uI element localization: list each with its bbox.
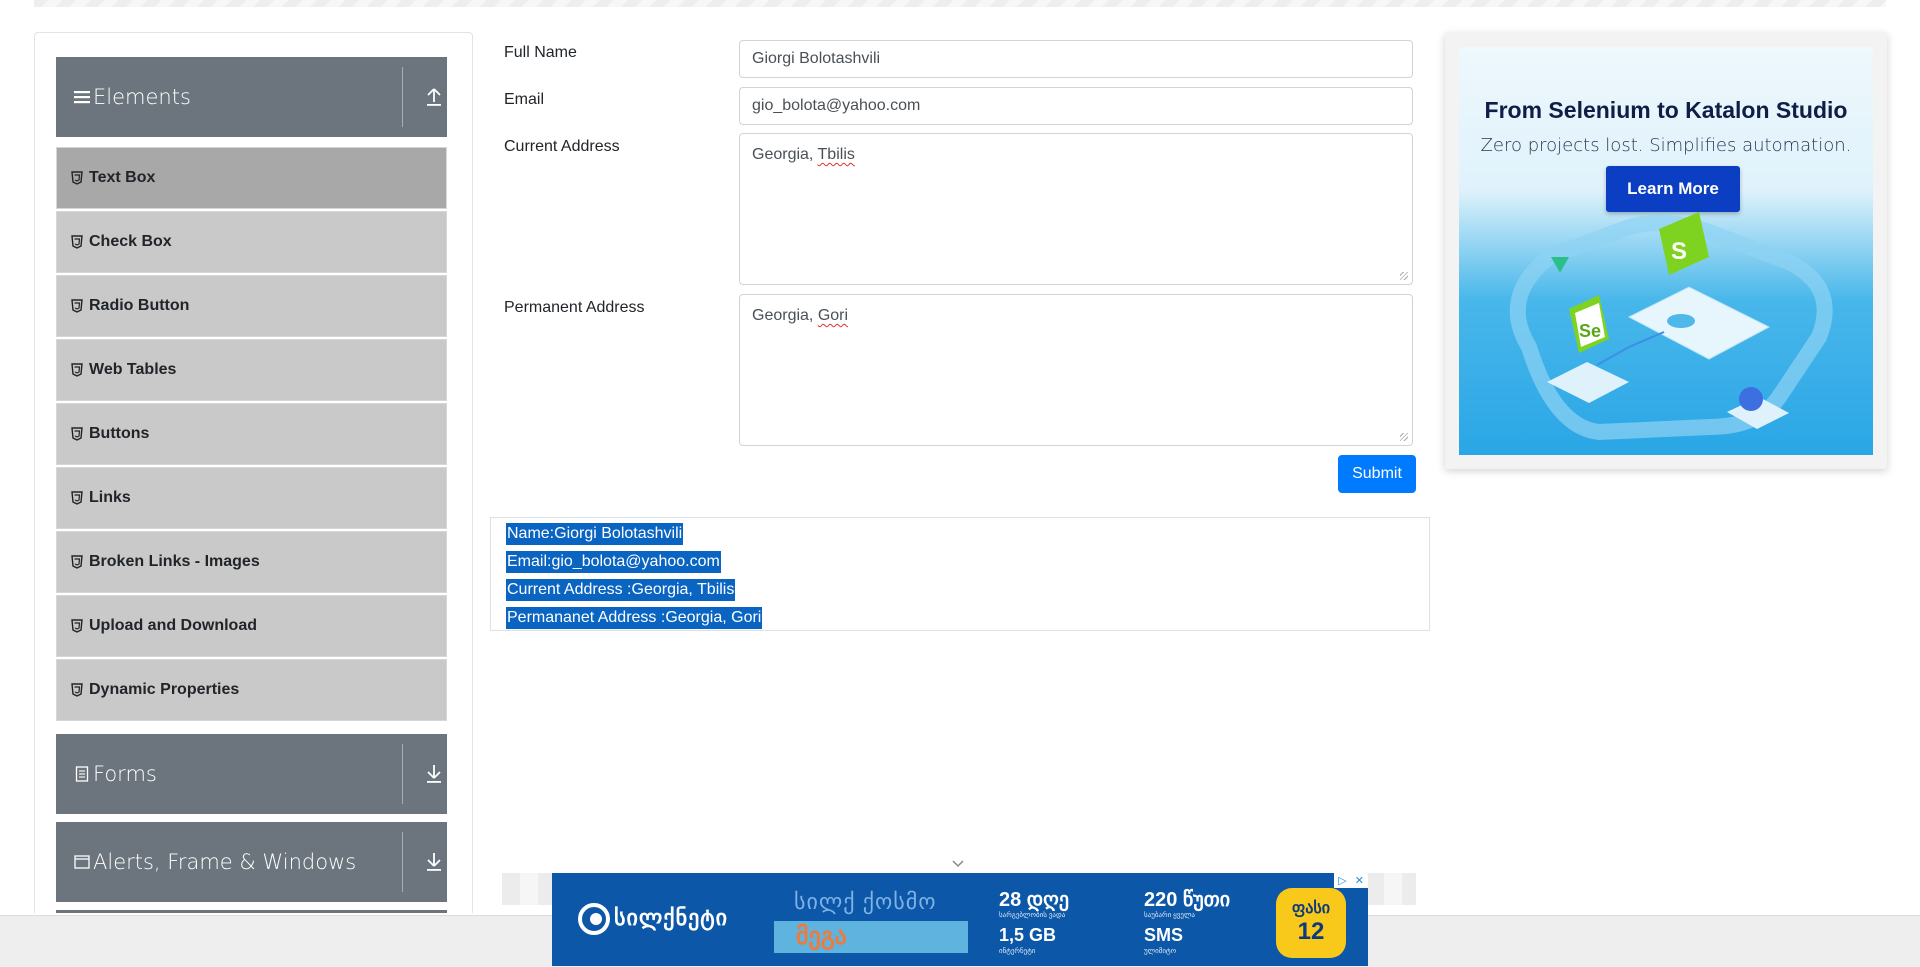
- expand-down-icon[interactable]: [424, 851, 444, 873]
- current-address-value: Georgia,: [752, 146, 818, 163]
- group-title: Forms: [93, 762, 157, 786]
- silknet-logo-icon: [578, 903, 610, 935]
- html5-icon: [71, 299, 83, 313]
- ad-slogan: სილქ ქოსმო: [794, 889, 937, 914]
- menu-item-label: Check Box: [89, 233, 172, 250]
- document-icon: [73, 765, 91, 783]
- katalon-ad[interactable]: From Selenium to Katalon Studio Zero pro…: [1445, 33, 1887, 469]
- expand-down-icon[interactable]: [424, 763, 444, 785]
- submit-button[interactable]: Submit: [1338, 455, 1416, 493]
- menu-item-label: Links: [89, 489, 131, 506]
- output-current-address: Current Address :Georgia, Tbilis: [506, 579, 736, 601]
- html5-icon: [71, 619, 83, 633]
- html5-icon: [71, 683, 83, 697]
- close-icon[interactable]: ✕: [1355, 874, 1364, 887]
- ad-stat-days: 28 დღე: [999, 889, 1070, 911]
- full-name-label: Full Name: [504, 44, 577, 61]
- output-permanent-address: Permananet Address :Georgia, Gori: [506, 607, 763, 629]
- divider: [402, 832, 403, 892]
- email-input[interactable]: gio_bolota@yahoo.com: [739, 87, 1413, 125]
- spelling-error: Gori: [817, 307, 849, 324]
- menu-item-text-box[interactable]: Text Box: [56, 147, 447, 209]
- ad-card: From Selenium to Katalon Studio Zero pro…: [1459, 47, 1873, 455]
- group-header-alerts[interactable]: Alerts, Frame & Windows: [56, 822, 447, 902]
- email-label: Email: [504, 91, 545, 108]
- price-badge: ფასი 12: [1276, 888, 1346, 958]
- current-address-textarea[interactable]: Georgia, Tbilis: [739, 133, 1413, 285]
- divider: [402, 67, 403, 127]
- ad-close-controls[interactable]: ▷ ✕: [1334, 873, 1368, 888]
- current-address-label: Current Address: [504, 138, 620, 155]
- window-icon: [73, 853, 91, 871]
- elements-menu: Text Box Check Box Radio Button Web Tabl…: [56, 147, 447, 723]
- full-name-input[interactable]: Giorgi Bolotashvili: [739, 40, 1413, 78]
- menu-item-label: Buttons: [89, 425, 150, 442]
- ad-stat-caption: საუბარი ყველა: [1144, 912, 1195, 919]
- ad-brand: სილქნეტი: [614, 905, 729, 930]
- top-ad-strip: [34, 0, 1886, 7]
- spelling-error: Tbilis: [817, 146, 855, 163]
- price-value: 12: [1297, 918, 1325, 945]
- permanent-address-value: Georgia,: [752, 307, 818, 324]
- html5-icon: [71, 235, 83, 249]
- ad-stat-sms: SMS: [1144, 925, 1184, 945]
- group-header-next[interactable]: [56, 910, 447, 913]
- silknet-ad[interactable]: სილქნეტი სილქ ქოსმო მეგა 28 დღე სარგებლო…: [552, 873, 1368, 966]
- menu-item-label: Upload and Download: [89, 617, 257, 634]
- menu-item-label: Dynamic Properties: [89, 681, 240, 698]
- html5-icon: [71, 555, 83, 569]
- menu-item-dynamic-properties[interactable]: Dynamic Properties: [56, 659, 447, 721]
- group-header-elements[interactable]: Elements: [56, 57, 447, 137]
- svg-text:S: S: [1671, 238, 1687, 265]
- html5-icon: [71, 427, 83, 441]
- group-title: Elements: [93, 85, 191, 109]
- adchoices-icon[interactable]: ▷: [1338, 874, 1346, 887]
- menu-item-label: Web Tables: [89, 361, 177, 378]
- permanent-address-textarea[interactable]: Georgia, Gori: [739, 294, 1413, 446]
- ad-illustration: Se S: [1509, 212, 1833, 441]
- collapse-up-icon[interactable]: [424, 86, 444, 108]
- ad-stat-caption: სარგებლობის ვადა: [999, 912, 1066, 919]
- menu-item-label: Radio Button: [89, 297, 190, 314]
- menu-item-upload-download[interactable]: Upload and Download: [56, 595, 447, 657]
- html5-icon: [71, 491, 83, 505]
- group-header-forms[interactable]: Forms: [56, 734, 447, 814]
- sidebar: Elements Text Box Check Box Radio Button…: [34, 32, 473, 913]
- menu-item-links[interactable]: Links: [56, 467, 447, 529]
- menu-item-check-box[interactable]: Check Box: [56, 211, 447, 273]
- group-title: Alerts, Frame & Windows: [93, 850, 357, 874]
- menu-item-label: Text Box: [89, 169, 156, 186]
- permanent-address-label: Permanent Address: [504, 299, 645, 316]
- menu-item-web-tables[interactable]: Web Tables: [56, 339, 447, 401]
- price-label: ფასი: [1292, 900, 1330, 917]
- html5-icon: [71, 171, 83, 185]
- divider: [402, 744, 403, 804]
- email-value: gio_bolota@yahoo.com: [752, 97, 921, 114]
- ad-stat-caption: ინტერნეტი: [999, 948, 1036, 955]
- ad-stat-minutes: 220 წუთი: [1144, 889, 1231, 911]
- chevron-down-icon[interactable]: [951, 857, 965, 871]
- output-box: Name:Giorgi Bolotashvili Email:gio_bolot…: [490, 517, 1430, 631]
- svg-text:Se: Se: [1579, 321, 1601, 341]
- html5-icon: [71, 363, 83, 377]
- resize-handle[interactable]: [1400, 433, 1408, 441]
- resize-handle[interactable]: [1400, 272, 1408, 280]
- ad-stat-caption: ულიმიტო: [1144, 948, 1177, 955]
- menu-item-broken-links[interactable]: Broken Links - Images: [56, 531, 447, 593]
- menu-item-label: Broken Links - Images: [89, 553, 260, 570]
- full-name-value: Giorgi Bolotashvili: [752, 50, 881, 67]
- output-email: Email:gio_bolota@yahoo.com: [506, 551, 721, 573]
- menu-item-buttons[interactable]: Buttons: [56, 403, 447, 465]
- menu-item-radio-button[interactable]: Radio Button: [56, 275, 447, 337]
- ad-stat-gb: 1,5 GB: [999, 925, 1057, 945]
- ad-mega: მეგა: [774, 921, 968, 953]
- output-name: Name:Giorgi Bolotashvili: [506, 523, 684, 545]
- hamburger-icon: [73, 88, 91, 106]
